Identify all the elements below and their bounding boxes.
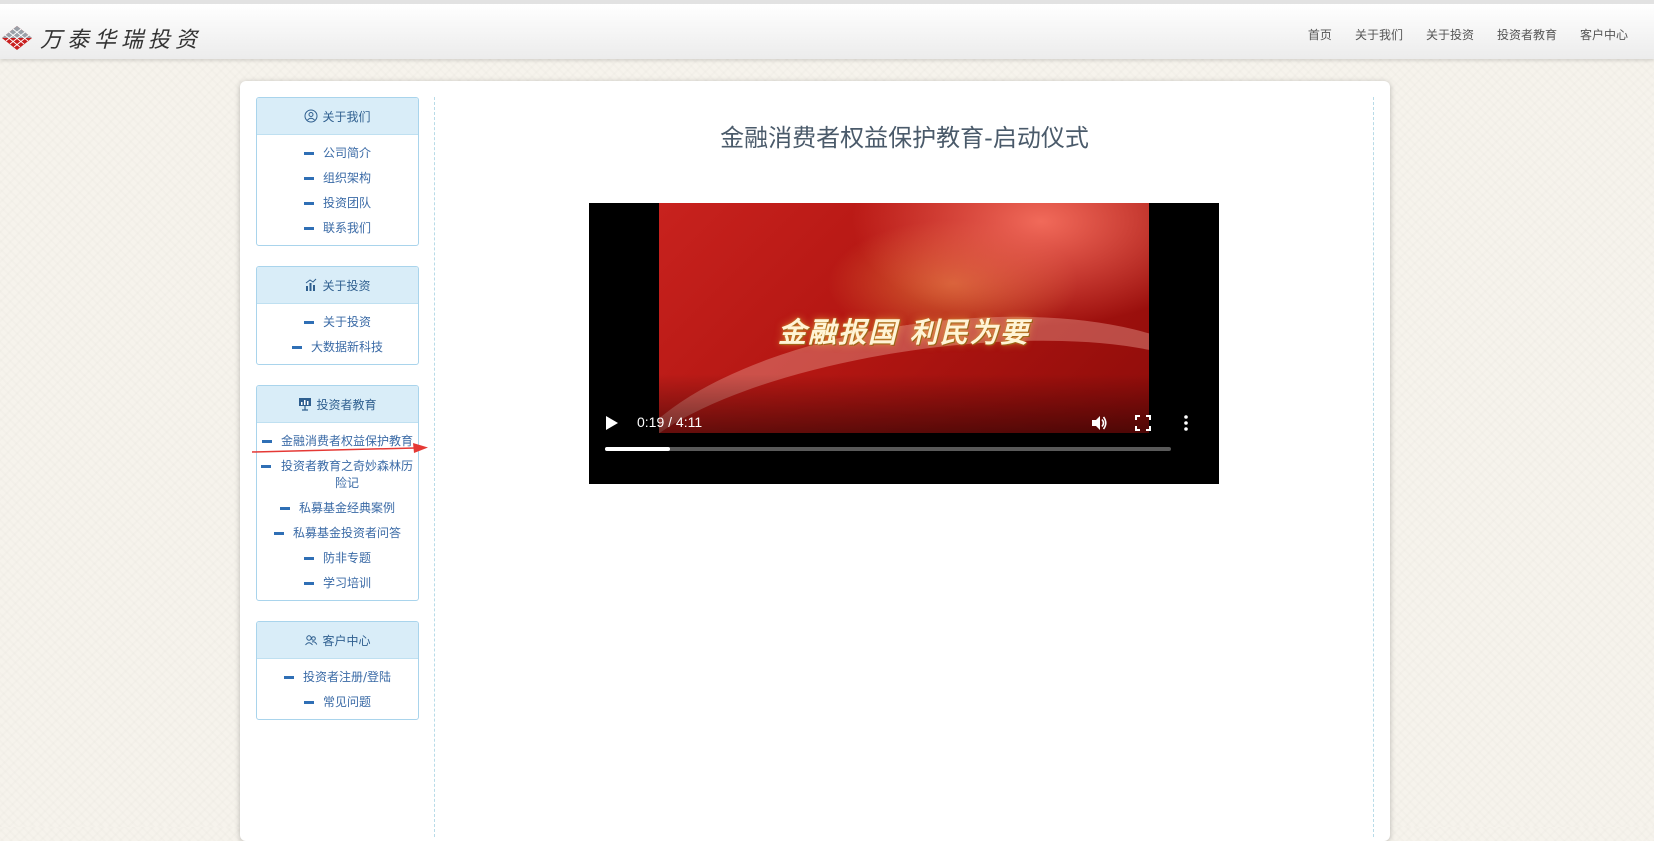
dash-icon xyxy=(303,582,314,585)
site-header: 万泰华瑞投资 首页 关于我们 关于投资 投资者教育 客户中心 xyxy=(0,0,1654,59)
video-time: 0:19 / 4:11 xyxy=(637,414,703,430)
video-progress-bar[interactable] xyxy=(605,447,1171,451)
sidebar-item-anti-fraud[interactable]: 防非专题 xyxy=(257,546,418,571)
sidebar-item-forest-adventure[interactable]: 投资者教育之奇妙森林历险记 xyxy=(257,454,418,496)
page-title: 金融消费者权益保护教育-启动仪式 xyxy=(720,124,1089,152)
dash-icon xyxy=(303,202,314,205)
sidebar-group-investor-education: 投资者教育 金融消费者权益保护教育 投资者教育之奇妙森林历险记 私募基金经典案例… xyxy=(256,385,419,601)
sidebar-item-faq[interactable]: 常见问题 xyxy=(257,690,418,715)
nav-about-us[interactable]: 关于我们 xyxy=(1355,26,1403,43)
nav-customer-center[interactable]: 客户中心 xyxy=(1580,26,1628,43)
fullscreen-icon[interactable] xyxy=(1135,415,1151,431)
dash-icon xyxy=(303,152,314,155)
presentation-icon xyxy=(299,398,312,411)
sidebar-item-contact-us[interactable]: 联系我们 xyxy=(257,216,418,241)
divider xyxy=(434,97,435,837)
video-progress-fill xyxy=(605,447,671,451)
dash-icon xyxy=(303,701,314,704)
top-nav: 首页 关于我们 关于投资 投资者教育 客户中心 xyxy=(1308,26,1628,43)
sidebar-item-training[interactable]: 学习培训 xyxy=(257,571,418,596)
sidebar-group-header[interactable]: 关于投资 xyxy=(257,267,418,304)
dash-icon xyxy=(291,346,302,349)
dash-icon xyxy=(303,177,314,180)
dash-icon xyxy=(273,532,284,535)
logo[interactable]: 万泰华瑞投资 xyxy=(0,23,202,53)
volume-icon[interactable] xyxy=(1090,414,1108,432)
dash-icon xyxy=(283,676,294,679)
sidebar-group-title: 关于投资 xyxy=(322,278,371,293)
sidebar-group-header[interactable]: 关于我们 xyxy=(257,98,418,135)
user-circle-icon xyxy=(304,109,318,123)
bar-chart-icon xyxy=(306,278,317,291)
sidebar-item-company-profile[interactable]: 公司简介 xyxy=(257,141,418,166)
sidebar-group-about-us: 关于我们 公司简介 组织架构 投资团队 联系我们 xyxy=(256,97,419,246)
sidebar-group-title: 投资者教育 xyxy=(316,397,377,412)
sidebar-item-fund-cases[interactable]: 私募基金经典案例 xyxy=(257,496,418,521)
nav-investor-education[interactable]: 投资者教育 xyxy=(1497,26,1557,43)
sidebar-group-about-investment: 关于投资 关于投资 大数据新科技 xyxy=(256,266,419,365)
sidebar-group-customer-center: 客户中心 投资者注册/登陆 常见问题 xyxy=(256,621,419,720)
divider xyxy=(1373,97,1374,837)
sidebar-item-fund-qa[interactable]: 私募基金投资者问答 xyxy=(257,521,418,546)
annotation-arrow-icon xyxy=(251,443,428,453)
sidebar-item-investment-team[interactable]: 投资团队 xyxy=(257,191,418,216)
more-vertical-icon[interactable] xyxy=(1183,414,1189,432)
video-caption: 金融报国 利民为要 xyxy=(778,316,1030,349)
sidebar-group-title: 关于我们 xyxy=(322,109,371,124)
sidebar-item-register-login[interactable]: 投资者注册/登陆 xyxy=(257,665,418,690)
diamond-lattice-logo-icon xyxy=(2,26,32,50)
dash-icon xyxy=(279,507,290,510)
sidebar-item-about-investment[interactable]: 关于投资 xyxy=(257,310,418,335)
sidebar-item-big-data[interactable]: 大数据新科技 xyxy=(257,335,418,360)
nav-about-investment[interactable]: 关于投资 xyxy=(1426,26,1474,43)
video-player[interactable]: 金融报国 利民为要 0:19 / 4:11 xyxy=(589,203,1219,484)
content-card: 关于我们 公司简介 组织架构 投资团队 联系我们 关于投资 关于投资 大数据新科… xyxy=(240,81,1390,841)
play-icon[interactable] xyxy=(605,415,619,431)
users-icon xyxy=(305,635,318,646)
sidebar-group-title: 客户中心 xyxy=(322,633,371,648)
sidebar-item-organization[interactable]: 组织架构 xyxy=(257,166,418,191)
dash-icon xyxy=(303,321,314,324)
dash-icon xyxy=(261,465,271,468)
sidebar: 关于我们 公司简介 组织架构 投资团队 联系我们 关于投资 关于投资 大数据新科… xyxy=(256,97,419,740)
dash-icon xyxy=(303,227,314,230)
nav-home[interactable]: 首页 xyxy=(1308,26,1332,43)
brand-name: 万泰华瑞投资 xyxy=(40,28,203,53)
dash-icon xyxy=(303,557,314,560)
sidebar-group-header[interactable]: 客户中心 xyxy=(257,622,418,659)
sidebar-group-header[interactable]: 投资者教育 xyxy=(257,386,418,423)
